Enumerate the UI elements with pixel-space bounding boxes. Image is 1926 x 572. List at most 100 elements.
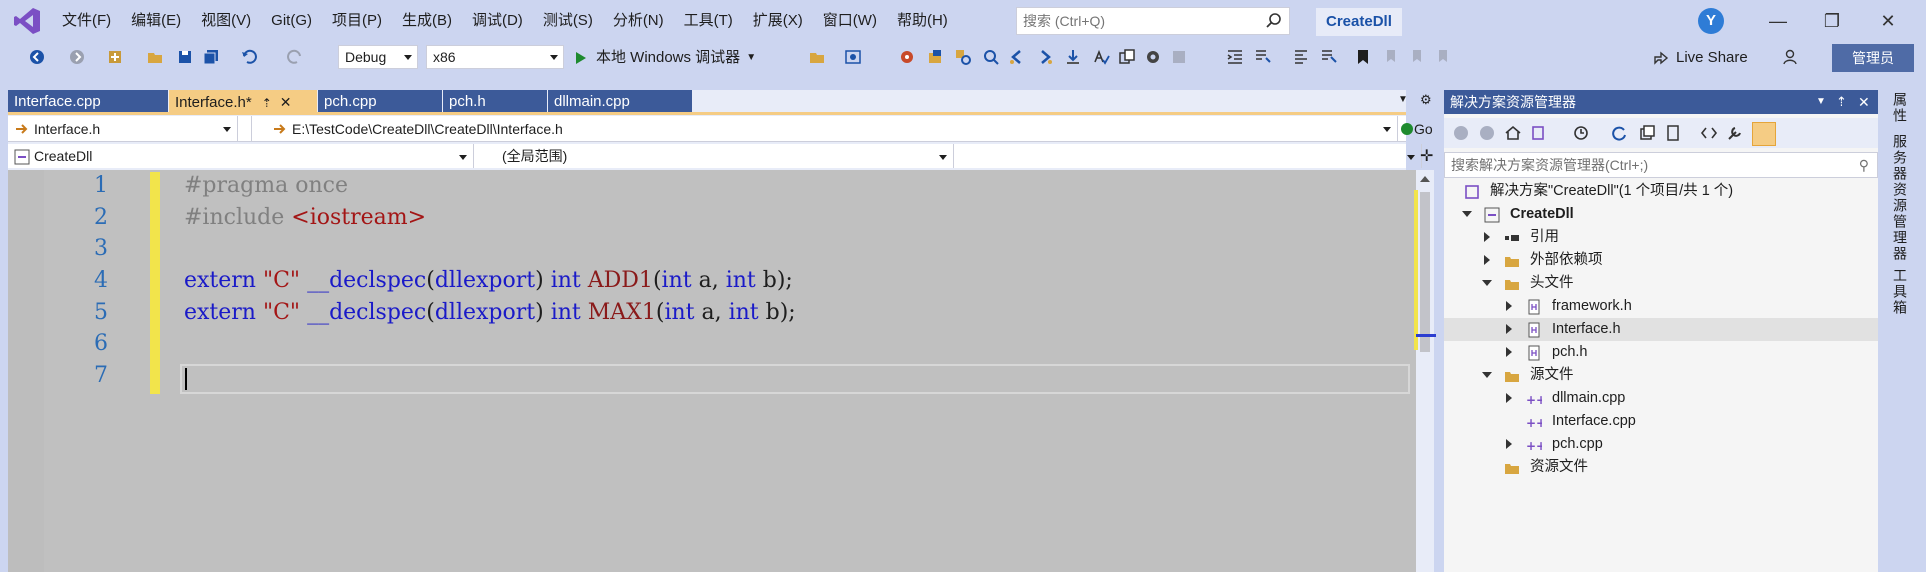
close-window-icon[interactable]: ✕ — [1868, 8, 1908, 34]
menu-analyze[interactable]: 分析(N) — [603, 0, 674, 42]
expand-icon[interactable] — [1482, 372, 1492, 378]
menu-extensions[interactable]: 扩展(X) — [743, 0, 813, 42]
new-project-icon[interactable] — [106, 48, 124, 66]
file-selector[interactable]: Interface.h — [8, 116, 238, 141]
format-icon[interactable] — [1292, 48, 1310, 66]
step-into-icon[interactable] — [1064, 48, 1082, 66]
code-line[interactable] — [184, 360, 796, 392]
refresh-icon[interactable] — [1610, 124, 1628, 142]
restore-icon[interactable]: ❐ — [1812, 8, 1852, 34]
scope-selector[interactable]: (全局范围) — [476, 144, 954, 168]
code-view-icon[interactable] — [1700, 124, 1718, 142]
menu-git[interactable]: Git(G) — [261, 0, 322, 42]
search-code-icon[interactable] — [982, 48, 1000, 66]
code-line[interactable] — [184, 328, 796, 360]
open-folder-icon[interactable] — [146, 48, 164, 66]
menu-tools[interactable]: 工具(T) — [674, 0, 743, 42]
expand-icon[interactable] — [1484, 232, 1490, 242]
expand-icon[interactable] — [1506, 347, 1512, 357]
toolbar-tool-icon[interactable] — [926, 48, 944, 66]
split-editor-icon[interactable]: ✛ — [1420, 146, 1433, 166]
tab-overflow-icon[interactable]: ▼ — [1398, 94, 1408, 105]
gear-icon[interactable]: ⚙ — [1420, 92, 1432, 108]
splitter-icon[interactable] — [240, 116, 252, 141]
tree-header-files[interactable]: 头文件 — [1444, 272, 1878, 295]
tree-project[interactable]: CreateDll — [1444, 203, 1878, 226]
scroll-up-icon[interactable] — [1420, 176, 1430, 182]
forward-icon[interactable] — [68, 48, 86, 66]
tree-file-interface-cpp[interactable]: ++ Interface.cpp — [1444, 410, 1878, 433]
expand-icon[interactable] — [1506, 301, 1512, 311]
solution-platform-select[interactable]: x86 — [426, 45, 564, 69]
tab-pch-h[interactable]: pch.h — [443, 90, 547, 114]
menu-window[interactable]: 窗口(W) — [813, 0, 887, 42]
comment-icon[interactable] — [1254, 48, 1272, 66]
expand-icon[interactable] — [1506, 439, 1512, 449]
chevron-down-icon[interactable]: ▼ — [1816, 90, 1826, 114]
search-box[interactable] — [1016, 7, 1290, 35]
feedback-icon[interactable] — [1782, 48, 1800, 66]
next-bookmark-icon[interactable] — [1408, 48, 1426, 66]
code-text[interactable]: #pragma once #include <iostream> extern … — [184, 170, 796, 392]
tree-external-deps[interactable]: 外部依赖项 — [1444, 249, 1878, 272]
show-all-files-icon[interactable] — [1664, 124, 1682, 142]
step-forward-icon[interactable] — [1036, 48, 1054, 66]
forward-icon[interactable] — [1478, 124, 1496, 142]
visual-studio-logo-icon[interactable] — [12, 6, 42, 36]
find-icon[interactable] — [954, 48, 972, 66]
tree-file-pch-cpp[interactable]: ++ pch.cpp — [1444, 433, 1878, 456]
tree-file-framework-h[interactable]: framework.h — [1444, 295, 1878, 318]
search-input[interactable] — [1017, 8, 1247, 34]
admin-badge[interactable]: 管理员 — [1832, 44, 1914, 72]
tree-references[interactable]: 引用 — [1444, 226, 1878, 249]
switch-views-icon[interactable] — [1530, 124, 1548, 142]
tab-interface-cpp[interactable]: Interface.cpp — [8, 90, 168, 114]
menu-test[interactable]: 测试(S) — [533, 0, 603, 42]
minimize-icon[interactable]: — — [1758, 8, 1798, 34]
close-icon[interactable]: ✕ — [1858, 90, 1870, 114]
rail-tab-toolbox[interactable]: 工具箱 — [1890, 268, 1910, 316]
close-icon[interactable]: ✕ — [280, 94, 292, 110]
code-line[interactable] — [184, 233, 796, 265]
undo-icon[interactable] — [240, 48, 258, 66]
diagnostics-icon[interactable] — [898, 48, 916, 66]
tree-solution[interactable]: 解决方案"CreateDll"(1 个项目/共 1 个) — [1444, 180, 1878, 203]
tree-file-interface-h[interactable]: Interface.h — [1444, 318, 1878, 341]
prev-bookmark-icon[interactable] — [1382, 48, 1400, 66]
home-icon[interactable] — [1504, 124, 1522, 142]
properties-wrench-icon[interactable] — [1726, 124, 1744, 142]
preview-selected-items-icon[interactable] — [1752, 122, 1776, 146]
tab-pch-cpp[interactable]: pch.cpp — [318, 90, 442, 114]
expand-icon[interactable] — [1506, 393, 1512, 403]
redo-icon[interactable] — [286, 48, 304, 66]
pending-changes-icon[interactable] — [1572, 124, 1590, 142]
search-icon[interactable] — [1265, 12, 1283, 30]
code-line[interactable]: extern "C" __declspec(dllexport) int ADD… — [184, 265, 796, 297]
indent-icon[interactable] — [1226, 48, 1244, 66]
avatar[interactable]: Y — [1698, 8, 1724, 34]
save-all-icon[interactable] — [202, 48, 220, 66]
menu-project[interactable]: 项目(P) — [322, 0, 392, 42]
expand-icon[interactable] — [1462, 211, 1472, 217]
step-back-icon[interactable] — [1008, 48, 1026, 66]
menu-view[interactable]: 视图(V) — [191, 0, 261, 42]
expand-icon[interactable] — [1484, 255, 1490, 265]
tree-resource-files[interactable]: 资源文件 — [1444, 456, 1878, 479]
start-debugger-button[interactable]: 本地 Windows 调试器 ▼ — [574, 46, 756, 70]
project-selector[interactable]: CreateDll — [8, 144, 474, 168]
back-icon[interactable] — [28, 48, 46, 66]
code-line[interactable]: #pragma once — [184, 170, 796, 202]
uncomment-icon[interactable] — [1320, 48, 1338, 66]
settings-icon[interactable] — [1144, 48, 1162, 66]
pin-icon[interactable]: ⇡ — [1836, 90, 1847, 114]
rail-tab-server-explorer[interactable]: 服务器资源管理器 — [1890, 134, 1910, 262]
browse-icon[interactable] — [844, 48, 862, 66]
tree-file-pch-h[interactable]: pch.h — [1444, 341, 1878, 364]
expand-icon[interactable] — [1482, 280, 1492, 286]
clear-bookmarks-icon[interactable] — [1434, 48, 1452, 66]
save-icon[interactable] — [176, 48, 194, 66]
rail-tab-properties[interactable]: 属性 — [1890, 92, 1910, 124]
copy-icon[interactable] — [1118, 48, 1136, 66]
path-selector[interactable]: E:\TestCode\CreateDll\CreateDll\Interfac… — [266, 116, 1398, 141]
tree-source-files[interactable]: 源文件 — [1444, 364, 1878, 387]
